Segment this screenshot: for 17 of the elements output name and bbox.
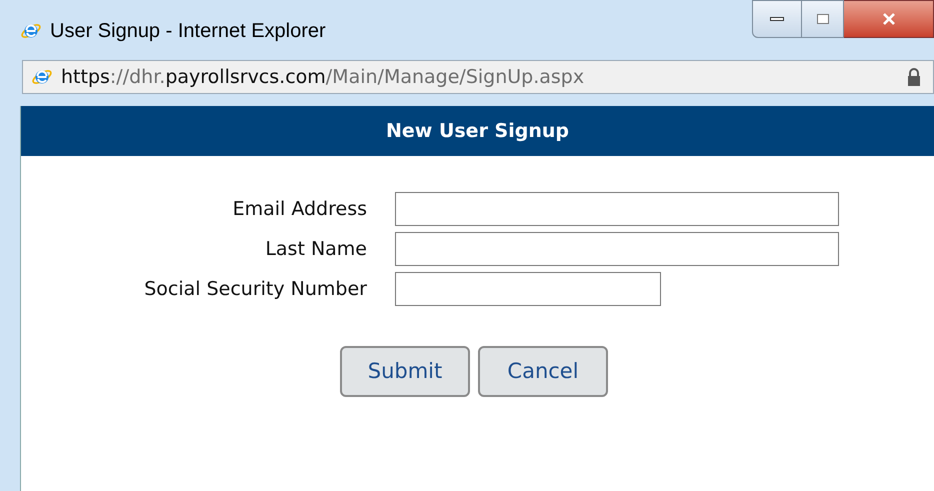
url-text: https://dhr.payrollsrvcs.com/Main/Manage/SignUp.aspx (61, 64, 584, 90)
input-field[interactable] (395, 232, 839, 266)
form-button[interactable]: Submit (340, 346, 470, 397)
field-label: Email Address (232, 196, 367, 222)
field-label: Last Name (264, 236, 367, 262)
address-bar[interactable]: https://dhr.payrollsrvcs.com/Main/Manage/SignUp.aspx (22, 60, 934, 94)
minimize-button[interactable] (752, 0, 802, 38)
input-field[interactable] (395, 192, 839, 226)
close-button[interactable] (844, 0, 934, 38)
input-field[interactable] (395, 272, 661, 306)
maximize-button[interactable] (802, 0, 844, 38)
window-title: User Signup - Internet Explorer (50, 19, 326, 44)
lock-icon (907, 68, 921, 86)
close-icon (882, 13, 896, 25)
form-button[interactable]: Cancel (478, 346, 608, 397)
field-label: Social Security Number (143, 276, 367, 302)
header-title: New User Signup (386, 118, 569, 144)
